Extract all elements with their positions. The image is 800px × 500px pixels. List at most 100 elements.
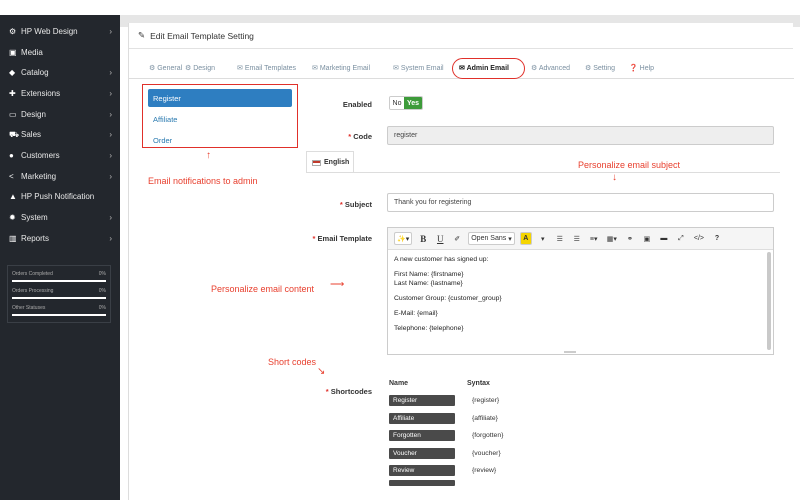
- sidebar-item-label: Sales: [21, 130, 42, 140]
- sidebar-item[interactable]: ▥ Reports ›: [0, 228, 120, 249]
- table-icon[interactable]: ▦▾: [605, 232, 619, 245]
- notification-item-affiliate[interactable]: Affiliate: [148, 110, 292, 128]
- pencil-icon: ✎: [138, 30, 146, 40]
- sidebar-item-label: Extensions: [21, 88, 61, 98]
- chevron-right-icon: ›: [109, 130, 112, 140]
- toggle-yes[interactable]: Yes: [404, 97, 422, 109]
- sidebar-item[interactable]: ● Customers ›: [0, 145, 120, 166]
- panel-title: Edit Email Template Setting: [150, 30, 254, 41]
- picture-icon[interactable]: ▣: [641, 232, 653, 245]
- shortcodes-label: * Shortcodes: [325, 387, 372, 396]
- language-tab-divider: [306, 172, 780, 173]
- tab-setting[interactable]: ⚙ Setting: [585, 64, 615, 72]
- font-select[interactable]: Open Sans ▾: [468, 232, 515, 245]
- enabled-toggle[interactable]: No Yes: [389, 96, 423, 110]
- bold-icon[interactable]: B: [417, 232, 429, 245]
- sidebar-item-label: Catalog: [21, 68, 49, 78]
- notification-item-order[interactable]: Order: [148, 131, 292, 149]
- code-field[interactable]: register: [387, 126, 774, 145]
- sidebar-item-label: System: [21, 213, 48, 223]
- chevron-right-icon: ›: [109, 26, 112, 36]
- tab-help[interactable]: ❓ Help: [629, 64, 654, 72]
- ordered-list-icon[interactable]: ☰: [571, 232, 583, 245]
- sidebar-item-label: Reports: [21, 233, 50, 243]
- help-icon[interactable]: ?: [711, 232, 723, 245]
- tab-marketing-email[interactable]: ✉ Marketing Email: [312, 64, 370, 72]
- sidebar-item[interactable]: ▲ HP Push Notification: [0, 187, 120, 208]
- shortcode-syntax: {voucher}: [472, 449, 501, 457]
- sidebar-item[interactable]: ◆ Catalog ›: [0, 62, 120, 83]
- email-template-editor: ✨▾ B U ✐ Open Sans ▾ A ▾ ☰ ☰ ≡▾ ▦▾ ⚭ ▣ ▬…: [387, 227, 774, 355]
- template-label: * Email Template: [312, 234, 372, 243]
- magic-icon[interactable]: ✨▾: [394, 232, 413, 245]
- body-line: Telephone: {telephone}: [394, 325, 464, 332]
- align-icon[interactable]: ≡▾: [588, 232, 600, 245]
- resize-handle[interactable]: [564, 351, 576, 353]
- sidebar-item-label: Media: [21, 47, 43, 57]
- stat-label: Orders Completed: [12, 270, 53, 277]
- tab-system-email[interactable]: ✉ System Email: [393, 64, 444, 72]
- unordered-list-icon[interactable]: ☰: [554, 232, 566, 245]
- color-dropdown-icon[interactable]: ▾: [537, 232, 549, 245]
- sidebar-item[interactable]: ▣ Media: [0, 42, 120, 63]
- chevron-right-icon: ›: [109, 88, 112, 98]
- sidebar-item[interactable]: ⚙ HP Web Design ›: [0, 21, 120, 42]
- stat-bar: [12, 313, 106, 316]
- panel-header: ✎ Edit Email Template Setting: [129, 23, 793, 49]
- tab-icon: ⚙: [531, 65, 538, 72]
- code-view-icon[interactable]: </>: [692, 232, 706, 245]
- share-icon: <: [9, 171, 14, 181]
- chevron-right-icon: ›: [109, 171, 112, 181]
- tab-english[interactable]: English: [306, 151, 354, 173]
- tab-icon: ⚙: [585, 65, 592, 72]
- order-stats: Orders Completed 0% Orders Processing 0% Oth…: [7, 264, 111, 323]
- underline-icon[interactable]: U: [434, 232, 446, 245]
- editor-scrollbar[interactable]: [767, 252, 771, 350]
- chevron-right-icon: ›: [109, 233, 112, 243]
- sidebar-item-label: Customers: [21, 150, 60, 160]
- stat-label: Orders Processing: [12, 287, 54, 294]
- eraser-icon[interactable]: ✐: [451, 232, 463, 245]
- tab-admin-email[interactable]: ✉ Admin Email: [459, 64, 509, 72]
- sidebar-item[interactable]: < Marketing ›: [0, 166, 120, 187]
- shortcode-name: Register: [389, 395, 455, 406]
- tab-icon: ⚙: [149, 65, 156, 72]
- editor-toolbar: ✨▾ B U ✐ Open Sans ▾ A ▾ ☰ ☰ ≡▾ ▦▾ ⚭ ▣ ▬…: [388, 228, 773, 250]
- notification-item-register[interactable]: Register: [148, 89, 292, 107]
- chevron-right-icon: ›: [109, 68, 112, 78]
- tab-email-templates[interactable]: ✉ Email Templates: [237, 64, 296, 72]
- chevron-right-icon: ›: [109, 150, 112, 160]
- shortcode-name: Forgotten: [389, 430, 455, 441]
- tab-design[interactable]: ⚙ Design: [185, 64, 215, 72]
- tab-general[interactable]: ⚙ General: [149, 64, 182, 72]
- sidebar-item[interactable]: ⛟ Sales ›: [0, 124, 120, 145]
- shortcode-badge-partial: [389, 480, 455, 486]
- body-line: Last Name: {lastname}: [394, 280, 463, 287]
- sidebar-item-label: HP Push Notification: [21, 192, 95, 202]
- tab-advanced[interactable]: ⚙ Advanced: [531, 64, 570, 72]
- text-color-icon[interactable]: A: [519, 232, 532, 245]
- shortcode-name: Voucher: [389, 447, 455, 459]
- sidebar-item[interactable]: ▭ Design ›: [0, 104, 120, 125]
- fullscreen-icon[interactable]: ⤢: [675, 232, 687, 245]
- annotation-content: Personalize email content: [211, 284, 315, 294]
- shortcode-name: Review: [389, 465, 455, 476]
- notifications-menu: Register Affiliate Order: [142, 84, 298, 148]
- toggle-no[interactable]: No: [390, 97, 404, 109]
- sidebar-item[interactable]: ✚ Extensions ›: [0, 83, 120, 104]
- subject-label: * Subject: [339, 200, 372, 209]
- editor-content[interactable]: A new customer has signed up: First Name…: [388, 250, 773, 338]
- sidebar-item[interactable]: ✹ System ›: [0, 207, 120, 228]
- link-icon[interactable]: ⚭: [624, 232, 636, 245]
- monitor-icon: ▭: [9, 109, 17, 119]
- video-icon[interactable]: ▬: [658, 232, 670, 245]
- gears-icon: ⚙: [9, 26, 17, 36]
- tag-icon: ◆: [9, 68, 16, 78]
- sidebar-item-label: Design: [21, 109, 46, 119]
- annotation-shortcodes: Short codes: [268, 357, 317, 367]
- arrow-right-icon: ⟶: [330, 279, 345, 290]
- shortcode-syntax: {affiliate}: [472, 414, 498, 422]
- chevron-right-icon: ›: [109, 109, 112, 119]
- subject-field[interactable]: Thank you for registering: [387, 193, 774, 212]
- image-icon: ▣: [9, 47, 17, 57]
